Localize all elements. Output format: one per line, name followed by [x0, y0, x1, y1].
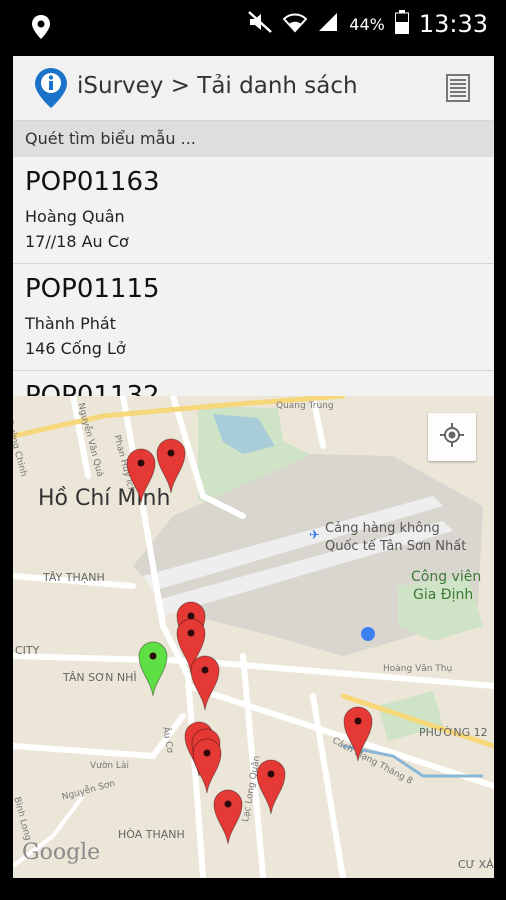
map-marker[interactable]	[343, 706, 373, 762]
my-location-icon	[439, 422, 465, 452]
my-location-dot	[361, 627, 375, 641]
map-label-vuon-lai: Vườn Lài	[90, 761, 129, 771]
map-label-hoang-van-thu: Hoàng Văn Thụ	[383, 664, 453, 674]
item-code: POP01163	[25, 167, 160, 197]
map-label-park-2: Gia Định	[413, 587, 474, 603]
map-marker[interactable]	[156, 438, 186, 494]
map-view[interactable]: Hồ Chí Minh Cảng hàng không Quốc tế Tân …	[13, 396, 494, 878]
map-label-park: Công viên	[411, 569, 482, 585]
item-code: POP01115	[25, 274, 160, 304]
item-code: POP01132	[25, 381, 160, 396]
map-marker[interactable]	[256, 759, 286, 815]
map-marker[interactable]	[190, 655, 220, 711]
menu-icon[interactable]	[446, 74, 470, 106]
item-name: Thành Phát	[25, 314, 116, 333]
map-label-airport: Cảng hàng không	[325, 521, 440, 536]
scan-status-bar: Quét tìm biểu mẫu ...	[13, 121, 494, 157]
map-marker[interactable]	[192, 738, 222, 794]
scan-status-text: Quét tìm biểu mẫu ...	[25, 129, 196, 148]
map-label-cu-xa: CƯ XÁ	[458, 858, 494, 871]
item-name: Hoàng Quân	[25, 207, 125, 226]
map-label-tay-thanh: TÂY THẠNH	[43, 571, 105, 584]
signal-icon	[317, 11, 339, 37]
map-label-city-district: CITY	[15, 644, 40, 657]
action-bar: iSurvey > Tải danh sách	[13, 56, 494, 121]
status-bar: 44% 13:33	[0, 0, 506, 56]
map-label-airport-2: Quốc tế Tân Sơn Nhất	[325, 539, 467, 554]
map-marker[interactable]	[126, 448, 156, 504]
map-marker[interactable]	[213, 789, 243, 845]
wifi-icon	[282, 10, 308, 38]
battery-icon	[394, 10, 409, 38]
list-item[interactable]: POP01132	[13, 371, 494, 396]
airport-icon: ✈	[309, 528, 320, 543]
map-label-hoa-thanh: HÒA THẠNH	[118, 828, 185, 841]
list-item[interactable]: POP01115 Thành Phát 146 Cống Lở	[13, 264, 494, 371]
map-marker-selected[interactable]	[138, 641, 168, 697]
location-icon	[30, 14, 52, 44]
status-time: 13:33	[418, 10, 488, 38]
info-pin-logo[interactable]	[33, 66, 69, 114]
map-label-phuong12: PHƯỜNG 12	[419, 726, 488, 739]
list-item[interactable]: POP01163 Hoàng Quân 17//18 Au Cơ	[13, 157, 494, 264]
map-label-quang-trung: Quang Trung	[276, 401, 334, 411]
item-address: 17//18 Au Cơ	[25, 232, 129, 251]
item-address: 146 Cống Lở	[25, 339, 126, 358]
my-location-button[interactable]	[428, 413, 476, 461]
app-window: iSurvey > Tải danh sách Quét tìm biểu mẫ…	[13, 56, 494, 878]
form-list[interactable]: POP01163 Hoàng Quân 17//18 Au Cơ POP0111…	[13, 157, 494, 396]
mute-icon	[247, 10, 273, 38]
page-title: iSurvey > Tải danh sách	[77, 73, 358, 99]
google-attribution: Google	[22, 840, 101, 865]
battery-percent: 44%	[349, 14, 385, 34]
map-label-tan-son-nhi: TÂN SƠN NHÌ	[63, 671, 137, 684]
